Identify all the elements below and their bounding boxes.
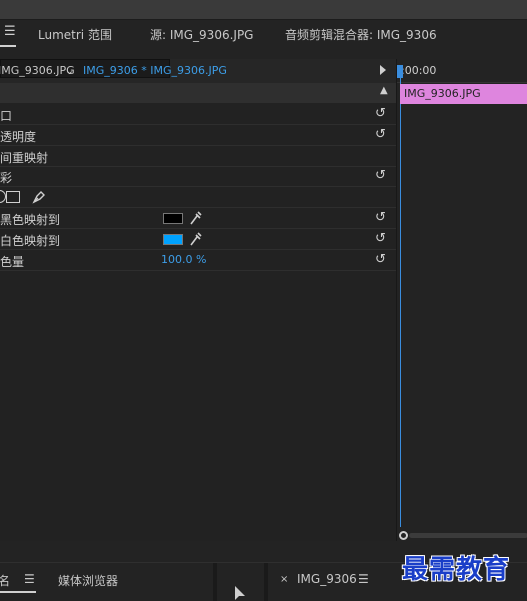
reset-icon[interactable]: ↺ — [375, 106, 386, 121]
active-tab-indicator — [0, 591, 36, 593]
property-row-motion[interactable]: 口 ↺ — [0, 104, 396, 125]
row-label: 将白色映射到 — [0, 234, 61, 248]
panel-divider — [264, 563, 268, 601]
scrollbar-track[interactable] — [409, 533, 527, 538]
tab-lumetri-scopes[interactable]: Lumetri 范围 — [38, 26, 112, 43]
reset-icon[interactable]: ↺ — [375, 231, 386, 246]
white-color-swatch[interactable] — [163, 234, 183, 245]
tab-media-browser[interactable]: 媒体浏览器 — [58, 572, 118, 589]
mask-tools-row — [0, 187, 396, 208]
panel-menu-icon[interactable]: ☰ — [24, 572, 35, 586]
scrollbar-knob-icon[interactable] — [399, 531, 408, 540]
panel-menu-icon[interactable]: ☰ — [4, 24, 16, 39]
panel-divider — [213, 563, 217, 601]
window-top-strip — [0, 0, 527, 20]
tab-audio-clip-mixer[interactable]: 音频剪辑混合器: IMG_9306 — [285, 26, 437, 43]
timeline-scrollbar[interactable] — [397, 529, 527, 541]
panel-tab-bar: ☰ Lumetri 范围 源: IMG_9306.JPG 音频剪辑混合器: IM… — [0, 20, 527, 49]
tint-amount-value[interactable]: 100.0 % — [161, 253, 206, 266]
row-label: 间重映射 — [0, 151, 49, 165]
video-effects-header: ▲ — [0, 83, 396, 103]
tab-sequence[interactable]: IMG_9306 — [297, 572, 357, 586]
panel-menu-icon[interactable]: ☰ — [358, 572, 369, 586]
property-row-map-black[interactable]: 将黑色映射到 ↺ — [0, 208, 396, 229]
chevron-down-icon[interactable]: ⌄ — [65, 64, 74, 77]
property-row-tint-amount[interactable]: 着色量 100.0 % ↺ — [0, 250, 396, 271]
play-only-audio-icon[interactable] — [380, 65, 386, 75]
row-label: 透明度 — [0, 130, 37, 144]
active-tab-indicator — [0, 45, 16, 47]
timecode-label: :00:00 — [401, 64, 437, 77]
watermark-logo: 最需教育 — [402, 555, 511, 585]
collapse-up-icon[interactable]: ▲ — [380, 85, 388, 96]
reset-icon[interactable]: ↺ — [375, 127, 386, 142]
selection-tool-icon[interactable] — [233, 585, 247, 601]
subtab-master-clip[interactable]: IMG_9306.JPG — [0, 64, 75, 77]
reset-icon[interactable]: ↺ — [375, 210, 386, 225]
row-label: 将黑色映射到 — [0, 213, 61, 227]
pen-mask-icon[interactable] — [31, 189, 47, 205]
eyedropper-icon[interactable] — [188, 210, 202, 226]
playhead-line — [400, 77, 401, 527]
property-row-tint[interactable]: 彩 ↺ — [0, 166, 396, 187]
eyedropper-icon[interactable] — [188, 231, 202, 247]
effect-controls-timeline: :00:00 IMG_9306.JPG — [396, 59, 527, 541]
timeline-clip[interactable]: IMG_9306.JPG — [400, 84, 527, 104]
property-row-opacity[interactable]: 透明度 ↺ — [0, 125, 396, 146]
row-label: 彩 — [0, 171, 13, 185]
tab-source-monitor[interactable]: 源: IMG_9306.JPG — [150, 26, 253, 43]
black-color-swatch[interactable] — [163, 213, 183, 224]
effect-controls-subtabs: IMG_9306.JPG ⌄ IMG_9306 * IMG_9306.JPG — [0, 59, 396, 83]
rectangle-mask-icon[interactable] — [6, 191, 20, 203]
row-label: 着色量 — [0, 255, 25, 269]
property-row-time-remap[interactable]: 间重映射 — [0, 146, 396, 167]
reset-icon[interactable]: ↺ — [375, 252, 386, 267]
row-label: 口 — [0, 109, 13, 123]
subtab-sequence-clip[interactable]: IMG_9306 * IMG_9306.JPG — [83, 64, 227, 77]
time-ruler[interactable]: :00:00 — [397, 59, 527, 83]
property-row-map-white[interactable]: 将白色映射到 ↺ — [0, 229, 396, 250]
tab-project-name[interactable]: 名 — [0, 572, 10, 589]
close-tab-icon[interactable]: × — [280, 574, 288, 585]
reset-icon[interactable]: ↺ — [375, 168, 386, 183]
